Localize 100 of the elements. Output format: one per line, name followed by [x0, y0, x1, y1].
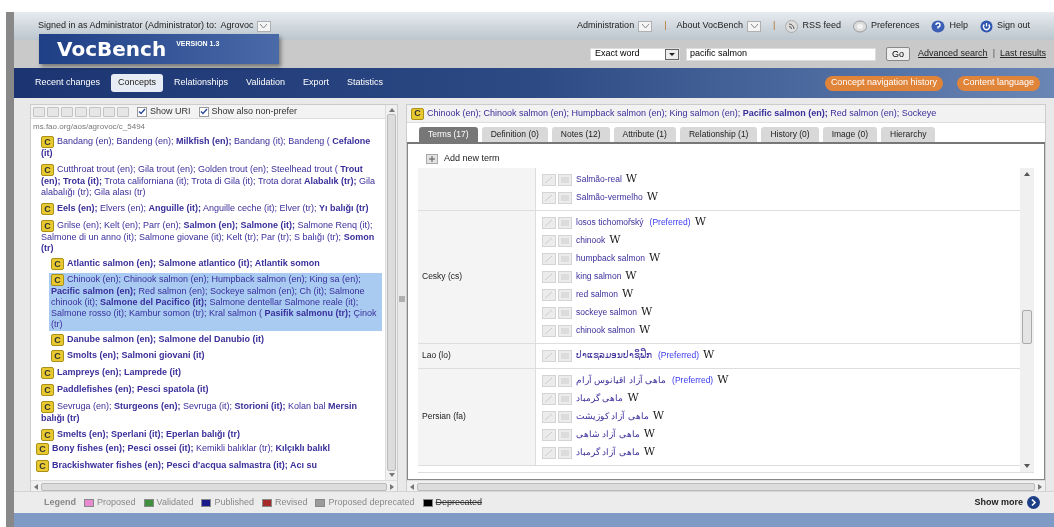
scroll-up-icon[interactable] — [1024, 171, 1030, 176]
nav-tab[interactable]: Statistics — [340, 74, 390, 92]
toolbar-button[interactable] — [33, 106, 45, 117]
w-icon[interactable]: W — [717, 372, 729, 389]
term-text[interactable]: losos tichomořský — [576, 216, 644, 229]
detail-tab[interactable]: Image (0) — [822, 127, 877, 142]
tree-item[interactable]: C Brackishwater fishes (en); Pesci d'acqua salmastra (it); Acı su — [34, 459, 382, 473]
toolbar-button[interactable] — [117, 106, 129, 117]
tree-item[interactable]: C Eels (en); Elvers (en); Anguille (it); Anguille ceche (it); Elver (tr); Yı balığı (tr) — [39, 202, 382, 216]
list-icon[interactable] — [558, 349, 572, 362]
term-text[interactable]: sockeye salmon — [576, 306, 637, 319]
term-text[interactable]: ماهی گرمباد — [576, 392, 624, 405]
add-icon[interactable] — [426, 153, 438, 164]
toolbar-button[interactable] — [89, 106, 101, 117]
menu-link[interactable]: About VocBench — [676, 19, 744, 33]
w-icon[interactable]: W — [643, 444, 656, 461]
tree-item[interactable]: C Atlantic salmon (en); Salmone atlantico (it); Atlantik somon — [49, 257, 382, 271]
w-icon[interactable]: W — [640, 304, 653, 321]
w-icon[interactable]: W — [627, 390, 639, 407]
list-icon[interactable] — [558, 374, 572, 387]
show-more-link[interactable]: Show more — [974, 495, 1023, 510]
checkbox[interactable] — [137, 106, 147, 117]
term-text[interactable]: humpback salmon — [576, 252, 645, 265]
list-icon[interactable] — [558, 446, 572, 459]
edit-icon[interactable] — [542, 324, 556, 337]
tree-item[interactable]: C Lampreys (en); Lamprede (it) — [39, 366, 382, 380]
term-text[interactable]: ماهی آزاد کوزیشت — [576, 410, 649, 423]
list-icon[interactable] — [558, 252, 572, 265]
detail-tab[interactable]: History (0) — [761, 127, 819, 142]
scroll-up-icon[interactable] — [388, 108, 395, 112]
w-icon[interactable]: W — [622, 286, 634, 303]
search-link[interactable]: Advanced search — [918, 47, 988, 61]
scroll-left-icon[interactable] — [34, 483, 38, 490]
list-icon[interactable] — [558, 216, 572, 229]
scroll-left-icon[interactable] — [410, 483, 414, 490]
list-icon[interactable] — [558, 288, 572, 301]
tree-item[interactable]: C Bony fishes (en); Pesci ossei (it); Kemikli balıklar (tr); Kılçıklı balıkl — [34, 442, 382, 456]
forward-icon[interactable] — [1027, 496, 1040, 509]
tree-item[interactable]: C Smelts (en); Sperlani (it); Eperlan balığı (tr) — [39, 428, 382, 442]
edit-icon[interactable] — [542, 252, 556, 265]
list-icon[interactable] — [558, 191, 572, 204]
detail-tab[interactable]: Hierarchy — [881, 127, 936, 142]
detail-tab[interactable]: Definition (0) — [481, 127, 548, 142]
list-icon[interactable] — [558, 410, 572, 423]
horizontal-scrollbar[interactable] — [407, 480, 1045, 492]
dropdown-icon[interactable] — [665, 48, 680, 60]
tree-item[interactable]: C Paddlefishes (en); Pesci spatola (it) — [39, 383, 382, 397]
list-icon[interactable] — [558, 270, 572, 283]
list-icon[interactable] — [558, 234, 572, 247]
edit-icon[interactable] — [542, 234, 556, 247]
term-text[interactable]: king salmon — [576, 270, 622, 283]
list-icon[interactable] — [558, 173, 572, 186]
toolbar-button[interactable] — [61, 106, 73, 117]
w-icon[interactable]: W — [703, 347, 715, 364]
nav-tab[interactable]: Recent changes — [28, 74, 108, 92]
detail-tab[interactable]: Attribute (1) — [613, 127, 676, 142]
list-icon[interactable] — [558, 428, 572, 441]
edit-icon[interactable] — [542, 270, 556, 283]
detail-tab[interactable]: Terms (17) — [419, 127, 478, 142]
scroll-right-icon[interactable] — [1038, 483, 1042, 490]
term-text[interactable]: Salmão-real — [576, 173, 622, 186]
vertical-scrollbar[interactable] — [1020, 167, 1034, 472]
edit-icon[interactable] — [542, 428, 556, 441]
toolbar-button[interactable] — [47, 106, 59, 117]
edit-icon[interactable] — [542, 173, 556, 186]
tree-item[interactable]: C Cutthroat trout (en); Gila trout (en); Golden trout (en); Steelhead trout ( Trout (en); Trota (it); Trota californiana (it); Trota di Gila (it); Trota dorat Alabalık (tr); Gila alabalığı (tr); Gila alası (tr) — [39, 163, 382, 199]
toolbar-button[interactable] — [103, 106, 115, 117]
edit-icon[interactable] — [542, 306, 556, 319]
list-icon[interactable] — [558, 392, 572, 405]
scroll-right-icon[interactable] — [390, 483, 394, 490]
edit-icon[interactable] — [542, 349, 556, 362]
detail-tab[interactable]: Notes (12) — [551, 127, 610, 142]
w-icon[interactable]: W — [646, 189, 658, 206]
list-icon[interactable] — [558, 324, 572, 337]
tree-item[interactable]: C Sevruga (en); Sturgeons (en); Sevruga (it); Storioni (it); Kolan bal Mersin balığı (tr) — [39, 400, 382, 425]
edit-icon[interactable] — [542, 446, 556, 459]
tree-item[interactable]: C Danube salmon (en); Salmone del Danubio (it) — [49, 333, 382, 347]
w-icon[interactable]: W — [649, 250, 661, 267]
edit-icon[interactable] — [542, 288, 556, 301]
tree-item[interactable]: C Chinook (en); Chinook salmon (en); Humpback salmon (en); King sa (en); Pacific salmon (en); Red salmon (en); Sockeye salmon (en); Ch (it); Salmone chinook (it); Salmone del Pacifico (it); Salmone dentellar Salmone reale (it); Salmone rosso (it); Kambur somon (tr); Kral salmon ( Pasifik salmonu (tr); Çinok (tr) — [49, 273, 382, 331]
go-button[interactable]: Go — [886, 47, 911, 61]
term-text[interactable]: ماهی آزاد گرمباد — [576, 446, 640, 459]
menu-link[interactable]: Preferences — [870, 19, 920, 33]
w-icon[interactable]: W — [609, 232, 621, 249]
nav-tab[interactable]: Export — [296, 74, 336, 92]
tree-item[interactable]: C Smolts (en); Salmoni giovani (it) — [49, 349, 382, 363]
checkbox[interactable] — [198, 106, 209, 117]
edit-icon[interactable] — [542, 392, 556, 405]
menu-link[interactable]: Sign out — [996, 19, 1030, 33]
splitter-handle-icon[interactable] — [399, 294, 405, 303]
term-text[interactable]: ປາແຊລມອນປາຊິຟິກ — [576, 349, 652, 362]
add-term-link[interactable]: Add new term — [444, 152, 500, 166]
w-icon[interactable]: W — [625, 268, 637, 285]
nav-tab[interactable]: Validation — [239, 74, 292, 92]
menu-link[interactable]: RSS feed — [802, 19, 841, 33]
list-icon[interactable] — [558, 306, 572, 319]
w-icon[interactable]: W — [652, 408, 665, 425]
search-link[interactable]: Last results — [999, 47, 1046, 61]
term-text[interactable]: chinook salmon — [576, 324, 636, 337]
edit-icon[interactable] — [542, 374, 556, 387]
